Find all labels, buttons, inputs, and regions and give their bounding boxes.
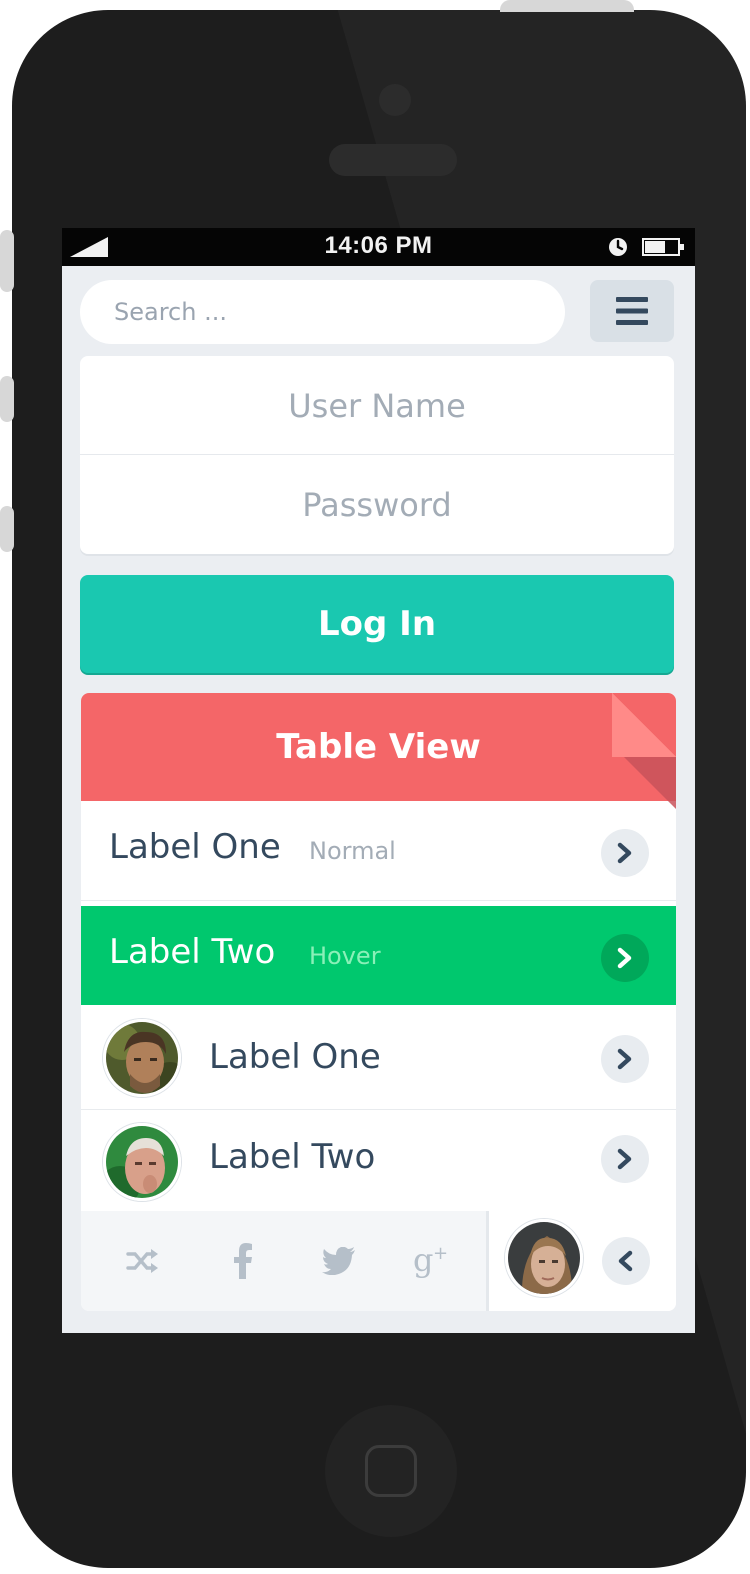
status-bar: 14:06 PM — [62, 228, 695, 266]
login-form — [80, 356, 674, 554]
chevron-left-icon[interactable] — [602, 1237, 650, 1285]
twitter-icon[interactable] — [317, 1241, 361, 1281]
page-fold-corner — [612, 693, 676, 757]
google-plus-icon[interactable]: g + — [411, 1241, 455, 1281]
home-button-square-icon — [365, 1445, 417, 1497]
clock-icon — [609, 238, 627, 256]
battery-icon — [642, 238, 684, 256]
username-field[interactable] — [80, 356, 674, 455]
earpiece-speaker — [329, 144, 457, 176]
login-button[interactable]: Log In — [80, 575, 674, 673]
row-label: Label Two — [109, 932, 276, 972]
footer-profile — [489, 1211, 676, 1311]
table-row-avatar[interactable]: Label One — [81, 1005, 676, 1110]
phone-screen: 14:06 PM Log In Table View — [62, 228, 695, 1333]
avatar — [103, 1019, 181, 1097]
volume-up-button[interactable] — [0, 376, 14, 422]
facebook-icon[interactable] — [221, 1241, 265, 1281]
chevron-right-icon[interactable] — [601, 1135, 649, 1183]
svg-text:+: + — [433, 1243, 448, 1264]
avatar — [103, 1123, 181, 1201]
hamburger-menu-icon — [616, 297, 648, 325]
password-field[interactable] — [80, 455, 674, 554]
table-header: Table View — [81, 693, 676, 801]
top-power-button[interactable] — [500, 0, 634, 12]
table-row-avatar[interactable]: Label Two — [81, 1111, 676, 1211]
home-button[interactable] — [325, 1405, 457, 1537]
row-sublabel: Hover — [309, 942, 381, 970]
table-view: Table View Label One Normal Label Two Ho… — [81, 693, 676, 1311]
avatar[interactable] — [505, 1219, 583, 1297]
shuffle-icon[interactable] — [121, 1241, 165, 1281]
menu-button[interactable] — [590, 280, 674, 342]
front-camera — [379, 84, 411, 116]
mute-switch[interactable] — [0, 230, 14, 292]
volume-down-button[interactable] — [0, 506, 14, 552]
row-label: Label One — [209, 1037, 381, 1077]
chevron-right-icon[interactable] — [601, 1035, 649, 1083]
chevron-right-icon[interactable] — [601, 934, 649, 982]
table-footer: g + — [81, 1211, 676, 1311]
table-row-hover[interactable]: Label Two Hover — [81, 906, 676, 1005]
row-label: Label One — [109, 827, 281, 867]
row-label: Label Two — [209, 1137, 376, 1177]
chevron-right-icon[interactable] — [601, 829, 649, 877]
search-input[interactable] — [80, 280, 565, 344]
svg-text:g: g — [413, 1243, 433, 1279]
row-sublabel: Normal — [309, 837, 396, 865]
table-row-normal[interactable]: Label One Normal — [81, 801, 676, 901]
status-time: 14:06 PM — [324, 232, 433, 259]
table-title: Table View — [276, 727, 481, 767]
